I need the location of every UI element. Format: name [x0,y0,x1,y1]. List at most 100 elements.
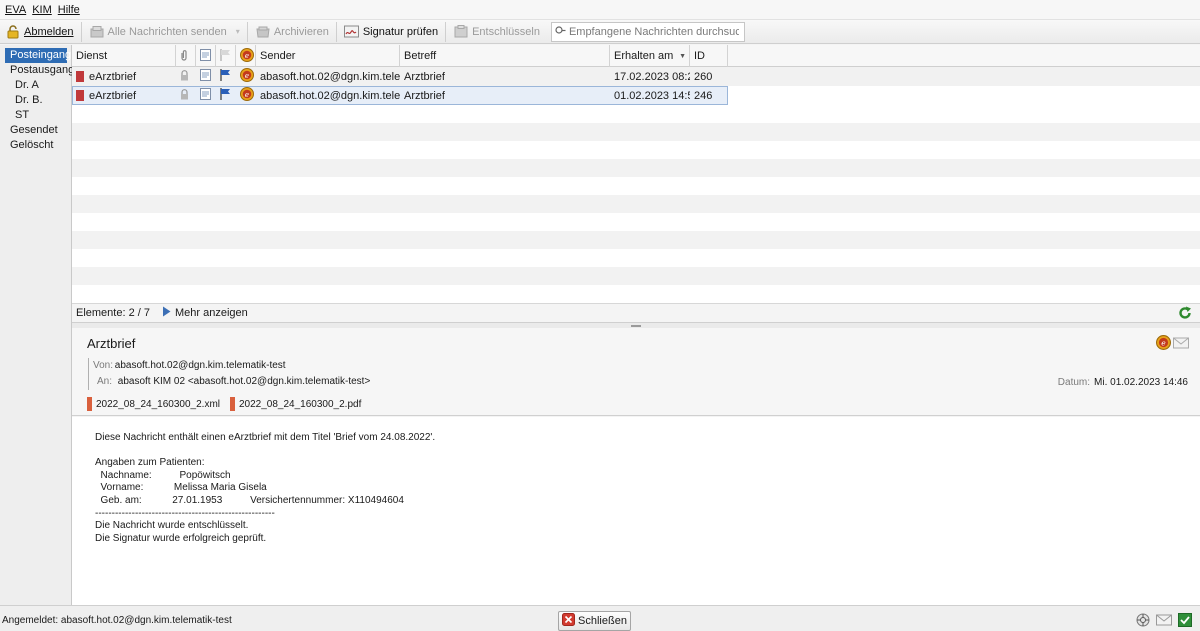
date-line: Datum: Mi. 01.02.2023 14:46 [1058,377,1188,388]
paperclip-icon [180,49,188,64]
sidebar-item-posteingang[interactable]: Posteingang [5,48,71,63]
mail-status-icon[interactable] [1156,613,1172,630]
flag-icon [220,69,231,84]
header-icons: e [1156,335,1189,353]
empty-row [72,267,1200,285]
e-badge-icon: e [1156,335,1171,353]
earztbrief-cell: e [236,86,256,105]
logout-label: Abmelden [24,25,74,38]
body-line: Angaben zum Patienten: [95,457,205,469]
search-icon [555,25,566,38]
empty-row [72,177,1200,195]
subject-cell: Arztbrief [404,89,445,102]
service-cell: eArztbrief [72,67,176,86]
body-line: Geb. am: 27.01.1953 Versichertennummer: … [95,494,404,506]
from-address[interactable]: abasoft.hot.02@dgn.kim.telematik-test [115,360,286,371]
check-icon[interactable] [1178,613,1192,630]
flag-cell[interactable] [216,86,236,105]
to-address[interactable]: abasoft KIM 02 <abasoft.hot.02@dgn.kim.t… [118,376,371,387]
logged-in-label: Angemeldet: abasoft.hot.02@dgn.kim.telem… [2,615,232,626]
decrypt-button[interactable]: Entschlüsseln [448,21,545,43]
earztbrief-cell: e [236,67,256,86]
lock-icon [180,69,189,84]
body-line: ----------------------------------------… [95,507,275,519]
send-all-label: Alle Nachrichten senden [107,25,227,38]
service-marker [76,90,84,101]
svg-text:e: e [1161,339,1166,348]
service-value: eArztbrief [89,89,137,102]
received-cell: 17.02.2023 08:25 [614,70,690,83]
envelope-icon[interactable] [1173,335,1189,353]
status-bar: Angemeldet: abasoft.hot.02@dgn.kim.telem… [0,605,1200,631]
logout-button[interactable]: Abmelden [0,21,79,43]
close-label: Schließen [578,615,627,627]
service-marker [76,71,84,82]
to-label: An: [97,376,113,387]
decrypt-icon [453,24,469,40]
splitter-grip[interactable] [631,324,641,327]
toolbar-separator [80,21,82,42]
column-header-subject[interactable]: Betreff [400,45,610,67]
sidebar-item-geloescht[interactable]: Gelöscht [5,138,67,153]
xml-file-icon [87,397,92,411]
empty-row [72,249,1200,267]
menu-hilfe[interactable]: Hilfe [55,4,83,16]
e-badge-icon: e [240,68,254,85]
document-cell [196,86,216,105]
table-row[interactable]: eArztbrief e abasoft.hot.02@dgn.kim.tele… [72,67,1200,86]
sidebar-item-dr-a[interactable]: Dr. A [5,78,67,93]
body-line: Die Nachricht wurde entschlüsselt. [95,520,249,532]
show-more-button[interactable]: Mehr anzeigen [162,306,248,320]
sidebar-item-dr-b[interactable]: Dr. B. [5,93,67,108]
close-button[interactable]: Schließen [558,611,631,631]
attachment-name: 2022_08_24_160300_2.pdf [239,398,362,410]
empty-row [72,213,1200,231]
body-line [95,445,1200,458]
column-header-earztbrief[interactable]: e [236,45,256,67]
empty-row [72,141,1200,159]
body-line: Diese Nachricht enthält einen eArztbrief… [95,432,436,443]
message-subject: Arztbrief [87,336,136,351]
sender-cell: abasoft.hot.02@dgn.kim.telem... [260,89,400,102]
send-icon [89,24,105,40]
column-header-flag[interactable] [216,45,236,67]
lock-cell [176,86,196,105]
lock-icon [5,24,21,40]
sidebar-item-postausgang[interactable]: Postausgang [5,63,74,78]
menu-kim[interactable]: KIM [29,4,55,16]
sort-desc-icon: ▼ [679,52,686,60]
send-all-button[interactable]: Alle Nachrichten senden ▾ [84,21,245,43]
received-cell: 01.02.2023 14:51 [614,89,690,102]
column-header-attachment[interactable] [176,45,196,67]
chevron-down-icon[interactable]: ▾ [236,27,240,36]
empty-row [72,105,1200,123]
message-header: Arztbrief e Von: abasoft.hot.02@dgn.kim.… [72,328,1200,416]
menu-eva[interactable]: EVA [2,4,29,16]
column-header-id[interactable]: ID [690,45,728,67]
attachment-item[interactable]: 2022_08_24_160300_2.xml [87,397,220,411]
to-line: An: abasoft KIM 02 <abasoft.hot.02@dgn.k… [93,374,370,390]
column-header-document[interactable] [196,45,216,67]
search-input[interactable] [568,25,739,38]
attachment-name: 2022_08_24_160300_2.xml [96,398,220,410]
connector-icon[interactable] [1136,613,1150,630]
table-row-selected[interactable]: eArztbrief e abasoft.hot.02@dgn.kim.tele… [72,86,728,105]
column-header-sender[interactable]: Sender [256,45,400,67]
address-block: Von: abasoft.hot.02@dgn.kim.telematik-te… [88,358,370,390]
flag-icon [220,48,231,64]
service-value: eArztbrief [89,70,137,83]
flag-cell[interactable] [216,67,236,86]
subject-cell: Arztbrief [404,70,445,83]
menu-bar: EVA KIM Hilfe [0,0,1200,20]
document-icon [200,69,211,84]
message-body: Diese Nachricht enthält einen eArztbrief… [72,417,1200,605]
empty-row [72,231,1200,249]
attachment-item[interactable]: 2022_08_24_160300_2.pdf [230,397,361,411]
refresh-icon[interactable] [1178,306,1192,323]
archive-button[interactable]: Archivieren [250,21,334,43]
check-signature-button[interactable]: Signatur prüfen [339,21,443,43]
column-header-service[interactable]: Dienst [72,45,176,67]
sidebar-item-gesendet[interactable]: Gesendet [5,123,67,138]
sidebar-item-st[interactable]: ST [5,108,67,123]
column-header-received[interactable]: Erhalten am ▼ [610,45,690,67]
